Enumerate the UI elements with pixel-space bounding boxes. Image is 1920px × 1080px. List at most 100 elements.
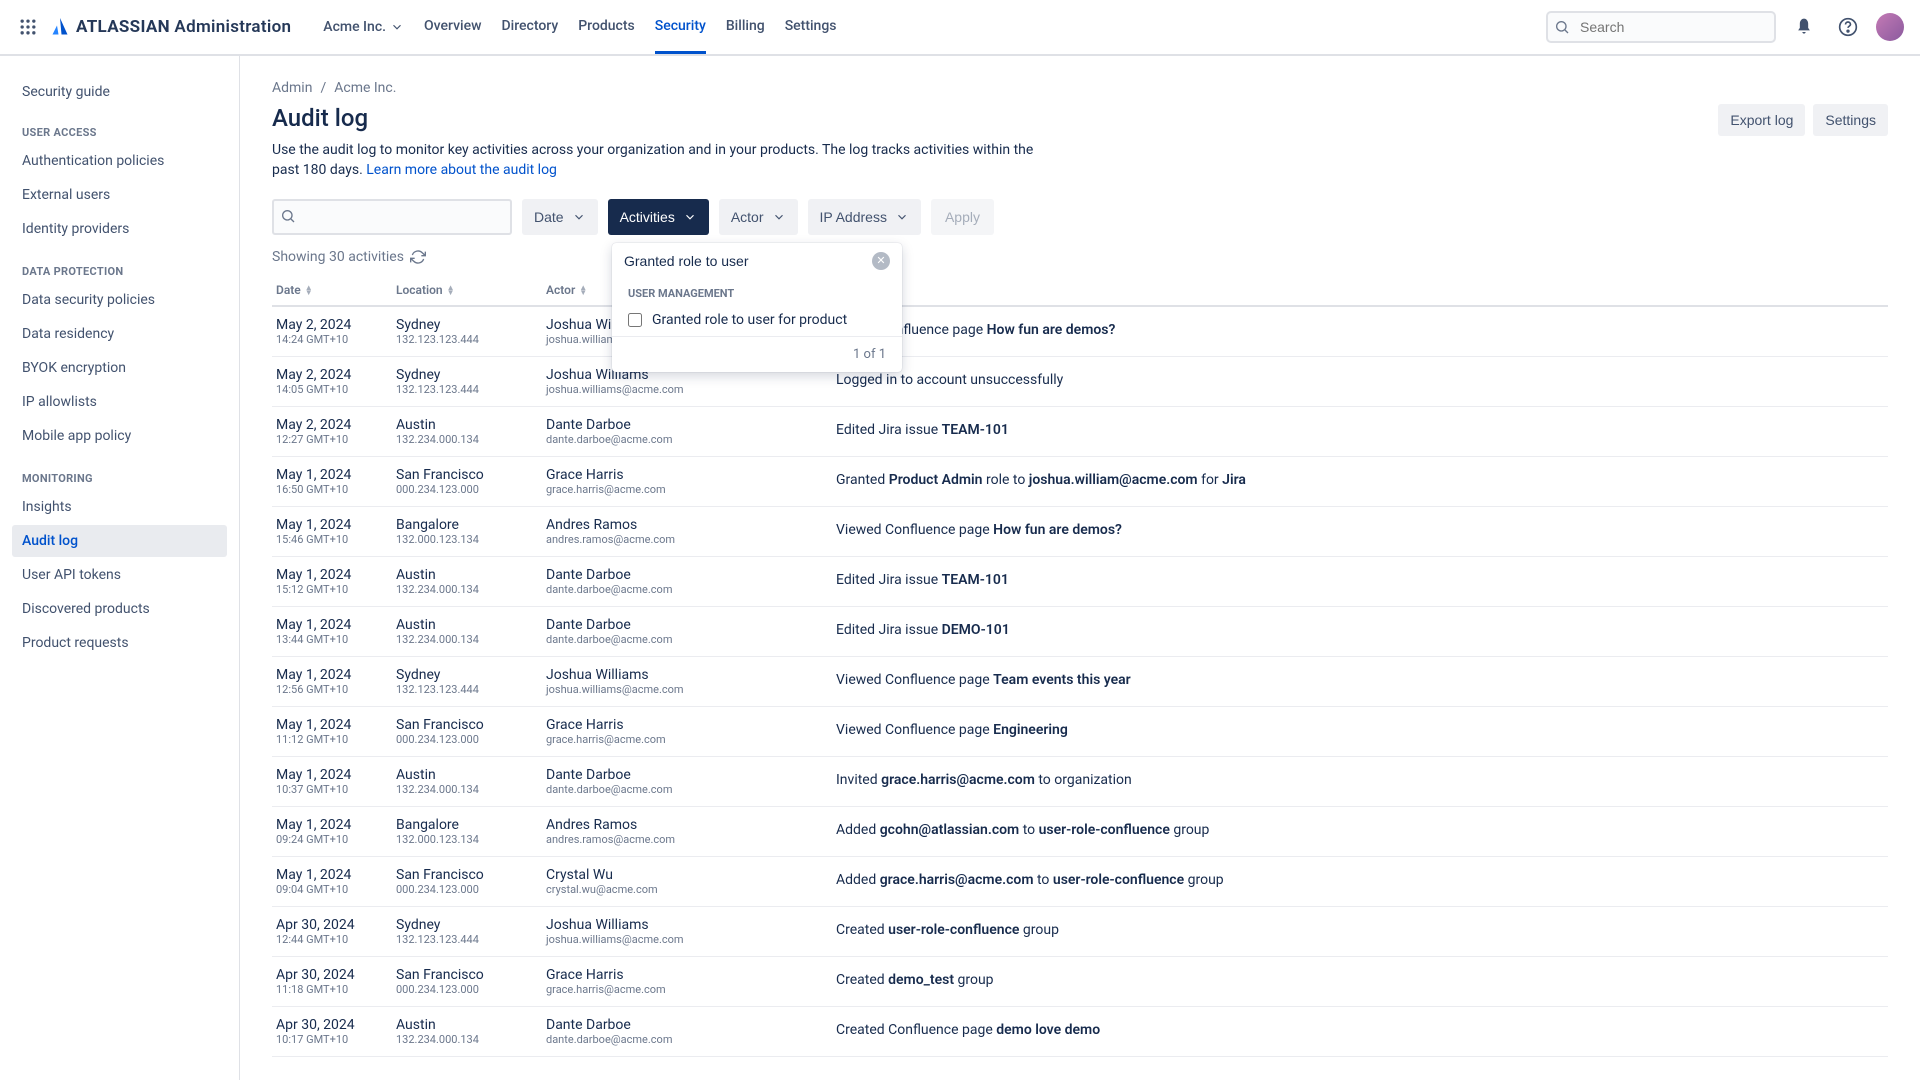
sidebar-item-authentication-policies[interactable]: Authentication policies [12,145,227,177]
sidebar-item-insights[interactable]: Insights [12,491,227,523]
notifications-icon[interactable] [1788,11,1820,43]
sidebar-item-data-residency[interactable]: Data residency [12,318,227,350]
sidebar-item-ip-allowlists[interactable]: IP allowlists [12,386,227,418]
avatar[interactable] [1876,13,1904,41]
header-left: ATLASSIAN Administration Acme Inc. Overv… [16,1,837,54]
cell-actor: Joshua Williamsjoshua.williams@acme.com [546,917,836,946]
cell-actor: Dante Darboedante.darboe@acme.com [546,1017,836,1046]
cell-date: May 2, 202414:24 GMT+10 [276,317,396,346]
sidebar-item-data-security-policies[interactable]: Data security policies [12,284,227,316]
settings-button[interactable]: Settings [1813,104,1888,136]
col-location[interactable]: Location▲▼ [396,283,546,297]
nav-directory[interactable]: Directory [502,1,559,54]
sidebar-item-security-guide[interactable]: Security guide [12,76,227,108]
cell-action: Edited Confluence page How fun are demos… [836,321,1884,341]
table-row: May 1, 202415:12 GMT+10Austin132.234.000… [272,557,1888,607]
cell-actor: Andres Ramosandres.ramos@acme.com [546,817,836,846]
header: ATLASSIAN Administration Acme Inc. Overv… [0,0,1920,56]
chevron-down-icon [895,210,909,224]
search-input[interactable] [1546,11,1776,43]
header-right [1546,11,1904,43]
page-header: Audit log Export log Settings [272,104,1888,140]
nav-products[interactable]: Products [578,1,635,54]
filter-ip-address[interactable]: IP Address [808,199,921,235]
cell-actor: Dante Darboedante.darboe@acme.com [546,417,836,446]
cell-date: May 1, 202415:46 GMT+10 [276,517,396,546]
sort-icon: ▲▼ [305,285,313,295]
nav-billing[interactable]: Billing [726,1,765,54]
cell-action: Granted Product Admin role to joshua.wil… [836,471,1884,491]
cell-action: Created demo_test group [836,971,1884,991]
sidebar-item-external-users[interactable]: External users [12,179,227,211]
cell-location: Sydney132.123.123.444 [396,917,546,946]
cell-location: Sydney132.123.123.444 [396,667,546,696]
sidebar-item-identity-providers[interactable]: Identity providers [12,213,227,245]
chevron-down-icon [390,20,404,34]
showing-row: Showing 30 activities [272,249,1888,265]
sidebar-item-mobile-app-policy[interactable]: Mobile app policy [12,420,227,452]
table-row: May 1, 202411:12 GMT+10San Francisco000.… [272,707,1888,757]
page-actions: Export log Settings [1718,104,1888,136]
nav-security[interactable]: Security [655,1,706,54]
table-row: May 1, 202416:50 GMT+10San Francisco000.… [272,457,1888,507]
breadcrumb-admin[interactable]: Admin [272,80,312,96]
filter-actor[interactable]: Actor [719,199,798,235]
page-title: Audit log [272,104,368,132]
filter-date[interactable]: Date [522,199,598,235]
clear-icon[interactable]: ✕ [872,252,890,270]
apply-button[interactable]: Apply [931,199,994,235]
dropdown-search: ✕ [612,243,902,279]
dropdown-option[interactable]: Granted role to user for product [612,304,902,336]
page-description: Use the audit log to monitor key activit… [272,140,1052,181]
sidebar-item-product-requests[interactable]: Product requests [12,627,227,659]
breadcrumb-sep: / [320,80,326,96]
sidebar-item-discovered-products[interactable]: Discovered products [12,593,227,625]
global-search [1546,11,1776,43]
content: Admin / Acme Inc. Audit log Export log S… [240,56,1920,1080]
atlassian-logo[interactable]: ATLASSIAN Administration [48,15,291,39]
help-icon[interactable] [1832,11,1864,43]
org-name: Acme Inc. [323,19,386,35]
cell-actor: Grace Harrisgrace.harris@acme.com [546,967,836,996]
filter-search-input[interactable] [272,199,512,235]
app-switcher-icon[interactable] [16,15,40,39]
cell-action: Edited Jira issue TEAM-101 [836,571,1884,591]
table-body: May 2, 202414:24 GMT+10 Sydney132.123.123… [272,307,1888,1057]
sidebar-item-audit-log[interactable]: Audit log [12,525,227,557]
filter-bar: Date Activities Actor IP Address Apply ✕ [272,199,1888,235]
table-row: May 1, 202409:24 GMT+10Bangalore132.000.… [272,807,1888,857]
cell-date: May 1, 202413:44 GMT+10 [276,617,396,646]
export-log-button[interactable]: Export log [1718,104,1805,136]
cell-location: San Francisco000.234.123.000 [396,967,546,996]
chevron-down-icon [683,210,697,224]
cell-action: Viewed Confluence page Team events this … [836,671,1884,691]
cell-date: May 1, 202412:56 GMT+10 [276,667,396,696]
layout: Security guide USER ACCESS Authenticatio… [0,56,1920,1080]
col-date[interactable]: Date▲▼ [276,283,396,297]
sort-icon: ▲▼ [447,285,455,295]
chevron-down-icon [772,210,786,224]
sidebar-item-byok-encryption[interactable]: BYOK encryption [12,352,227,384]
sidebar-section-user-access: USER ACCESS [12,108,227,145]
cell-action: Invited grace.harris@acme.com to organiz… [836,771,1884,791]
cell-location: Bangalore132.000.123.134 [396,817,546,846]
breadcrumb-org[interactable]: Acme Inc. [334,80,396,96]
cell-actor: Grace Harrisgrace.harris@acme.com [546,717,836,746]
org-selector[interactable]: Acme Inc. [323,19,404,35]
cell-action: Created Confluence page demo love demo [836,1021,1884,1041]
cell-date: May 2, 202412:27 GMT+10 [276,417,396,446]
dropdown-search-input[interactable] [624,253,890,269]
nav-overview[interactable]: Overview [424,1,481,54]
sidebar-item-user-api-tokens[interactable]: User API tokens [12,559,227,591]
table-header: Date▲▼ Location▲▼ Actor▲▼ Action [272,275,1888,307]
cell-action: Added grace.harris@acme.com to user-role… [836,871,1884,891]
table-row: May 1, 202415:46 GMT+10Bangalore132.000.… [272,507,1888,557]
filter-activities[interactable]: Activities [608,199,709,235]
nav-settings[interactable]: Settings [785,1,837,54]
cell-location: San Francisco000.234.123.000 [396,467,546,496]
dropdown-option-checkbox[interactable] [628,313,642,327]
learn-more-link[interactable]: Learn more about the audit log [366,162,557,178]
refresh-icon[interactable] [410,249,426,265]
cell-date: May 1, 202415:12 GMT+10 [276,567,396,596]
cell-action: Created user-role-confluence group [836,921,1884,941]
